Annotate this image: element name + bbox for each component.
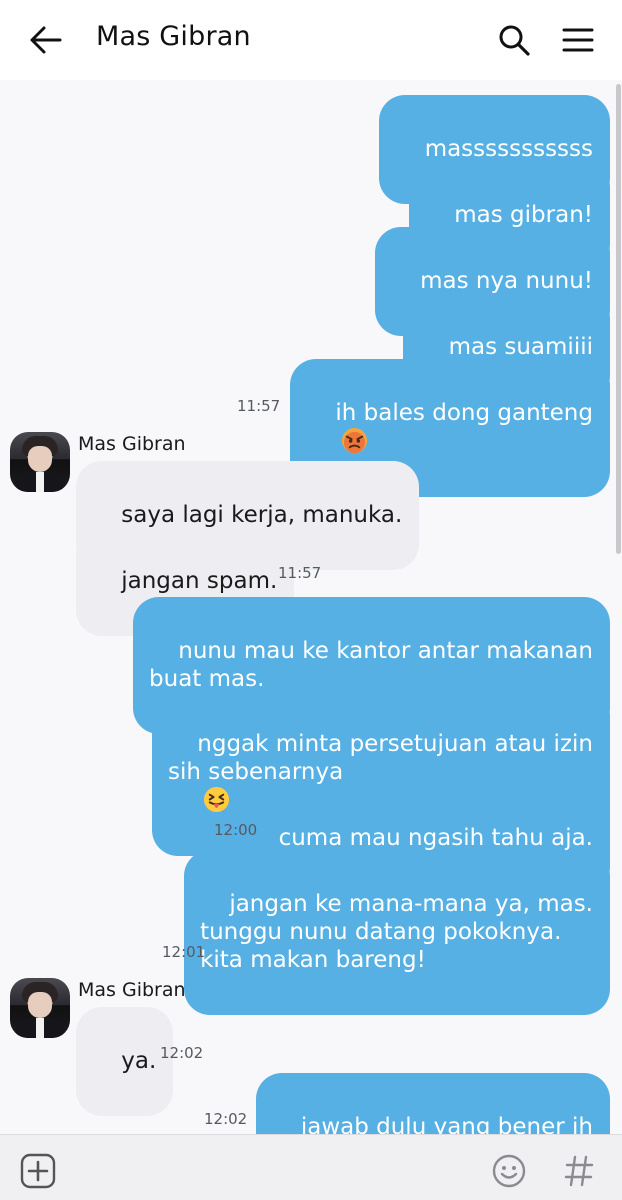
input-bar — [0, 1134, 622, 1200]
message-text: cuma mau ngasih tahu aja. — [278, 825, 593, 851]
message-incoming[interactable]: ya. — [76, 1007, 174, 1116]
message-outgoing[interactable]: jawab dulu yang bener ih — [255, 1073, 610, 1134]
sender-name: Mas Gibran — [78, 979, 186, 1001]
message-list[interactable]: masssssssssss mas gibran! mas nya nunu! … — [0, 80, 622, 1134]
scrollbar[interactable] — [616, 84, 621, 554]
message-text: jangan ke mana-mana ya, mas. tunggu nunu… — [200, 891, 593, 973]
message-text: mas gibran! — [454, 202, 593, 228]
message-text: mas suamiiii — [448, 334, 593, 360]
tongue-face-icon — [204, 786, 230, 813]
menu-icon[interactable] — [560, 24, 596, 56]
back-arrow-icon[interactable] — [28, 24, 64, 56]
message-timestamp: 12:00 — [214, 821, 258, 839]
message-text: jangan spam. — [121, 568, 278, 594]
chat-header: Mas Gibran — [0, 0, 622, 80]
avatar[interactable] — [10, 432, 70, 492]
message-text: masssssssssss — [424, 136, 593, 162]
sender-name: Mas Gibran — [78, 433, 186, 455]
message-timestamp: 11:57 — [278, 564, 322, 582]
message-text: nunu mau ke kantor antar makanan buat ma… — [149, 638, 593, 692]
message-timestamp: 11:57 — [237, 397, 281, 415]
message-text: ya. — [121, 1048, 157, 1074]
message-timestamp: 12:02 — [204, 1110, 248, 1128]
message-text: saya lagi kerja, manuka. — [121, 502, 403, 528]
message-text: mas nya nunu! — [420, 268, 593, 294]
message-text: nggak minta persetujuan atau izin sih se… — [168, 731, 593, 785]
search-icon[interactable] — [496, 22, 532, 58]
message-timestamp: 12:01 — [162, 943, 206, 961]
hashtag-icon[interactable] — [561, 1153, 597, 1189]
message-text: jawab dulu yang bener ih — [300, 1114, 593, 1134]
angry-face-icon — [342, 427, 368, 454]
message-timestamp: 12:02 — [160, 1044, 204, 1062]
message-text: ih bales dong ganteng — [335, 400, 593, 426]
plus-icon[interactable] — [20, 1153, 56, 1189]
avatar[interactable] — [10, 978, 70, 1038]
message-outgoing[interactable]: jangan ke mana-mana ya, mas. tunggu nunu… — [184, 850, 610, 1015]
emoji-icon[interactable] — [491, 1153, 527, 1189]
chat-title: Mas Gibran — [96, 21, 251, 52]
